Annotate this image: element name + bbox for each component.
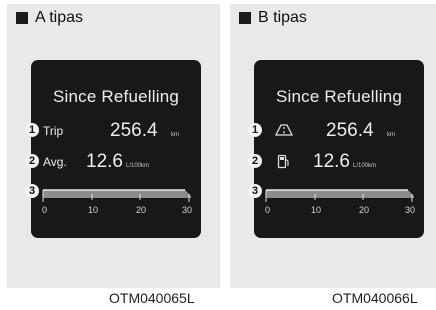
- square-bullet-icon: [16, 12, 28, 24]
- callout-badge-1: 1: [25, 123, 39, 137]
- consumption-gauge-bar: [42, 189, 191, 202]
- road-icon: [275, 124, 293, 136]
- figure-code-b: OTM040066L: [332, 290, 418, 306]
- panel-b-header: B tipas: [239, 9, 307, 27]
- gauge-tick-30: 30: [182, 205, 193, 215]
- screen-title: Since Refuelling: [275, 87, 403, 106]
- callout-badge-2: 2: [248, 154, 262, 168]
- figure-panel-a: A tipas Since Refuelling 1 Trip 256.4 km…: [7, 4, 220, 288]
- trip-distance-unit: km: [387, 132, 395, 138]
- trip-distance-unit: km: [171, 132, 179, 138]
- gauge-tick-0: 0: [265, 205, 271, 215]
- trip-distance-value: 256.4: [110, 120, 158, 141]
- gauge-tick-20: 20: [136, 205, 147, 215]
- consumption-gauge-bar: [265, 189, 414, 202]
- callout-badge-3: 3: [25, 184, 39, 198]
- average-consumption-unit: L/100km: [126, 163, 150, 169]
- figure-panel-b: B tipas Since Refuelling 1 256.4 km 2 12…: [230, 4, 436, 288]
- trip-label: Trip: [43, 124, 64, 138]
- square-bullet-icon: [239, 12, 251, 24]
- panel-b-title: B tipas: [258, 9, 307, 26]
- gauge-tick-10: 10: [311, 205, 322, 215]
- average-label: Avg.: [43, 155, 67, 169]
- panel-a-header: A tipas: [16, 9, 83, 27]
- cluster-display-a: Since Refuelling 1 Trip 256.4 km 2 Avg. …: [25, 60, 201, 238]
- screen-title: Since Refuelling: [52, 87, 180, 106]
- gauge-tick-0: 0: [42, 205, 48, 215]
- callout-badge-3: 3: [248, 184, 262, 198]
- callout-badge-1: 1: [248, 123, 262, 137]
- gauge-tick-20: 20: [359, 205, 370, 215]
- gauge-tick-10: 10: [88, 205, 99, 215]
- figure-code-a: OTM040065L: [109, 290, 195, 306]
- gauge-tick-30: 30: [405, 205, 416, 215]
- trip-distance-value: 256.4: [326, 120, 374, 141]
- average-consumption-value: 12.6: [313, 151, 350, 172]
- fuel-pump-icon: [277, 154, 289, 169]
- average-consumption-value: 12.6: [86, 151, 123, 172]
- average-consumption-unit: L/100km: [353, 163, 377, 169]
- panel-a-title: A tipas: [35, 9, 84, 26]
- callout-badge-2: 2: [25, 154, 39, 168]
- cluster-display-b: Since Refuelling 1 256.4 km 2 12.6 L/100…: [248, 60, 424, 238]
